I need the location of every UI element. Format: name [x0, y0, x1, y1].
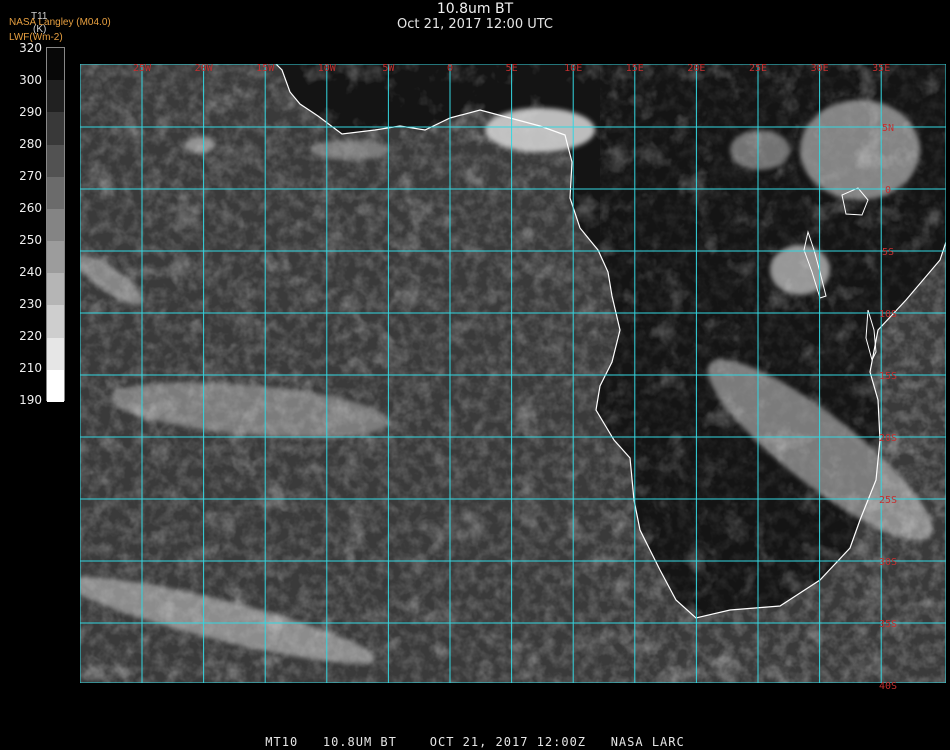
lat-label: 20S: [879, 433, 897, 444]
lat-label: 0: [885, 185, 891, 196]
lat-label: 30S: [879, 557, 897, 568]
lon-label: 5W: [382, 63, 395, 74]
lon-label: 10E: [564, 63, 582, 74]
lon-label: 15W: [256, 63, 275, 74]
lon-label: 5E: [506, 63, 518, 74]
lon-label: 30E: [811, 63, 829, 74]
lon-label: 0: [447, 63, 453, 74]
lat-label: 40S: [879, 681, 897, 692]
lon-label: 20W: [195, 63, 214, 74]
texture-clouds: [80, 64, 946, 683]
lat-label: 10S: [879, 309, 897, 320]
lat-label: 35S: [879, 619, 897, 630]
lon-label: 15E: [626, 63, 644, 74]
lon-label: 20E: [687, 63, 705, 74]
lon-label: 25E: [749, 63, 767, 74]
lat-label: 5S: [882, 247, 894, 258]
lon-label: 35E: [872, 63, 890, 74]
satellite-map: 25W 20W 15W 10W 5W 0 5E 10E 15E 20E 25E 30E 35E 5N 0 5S…: [80, 63, 946, 692]
lat-label: 25S: [879, 495, 897, 506]
lat-label: 5N: [882, 123, 894, 134]
footer-caption: MT10 10.8UM BT OCT 21, 2017 12:00Z NASA …: [265, 735, 685, 749]
lon-label: 10W: [318, 63, 337, 74]
lon-label: 25W: [133, 63, 152, 74]
lat-label: 15S: [879, 371, 897, 382]
